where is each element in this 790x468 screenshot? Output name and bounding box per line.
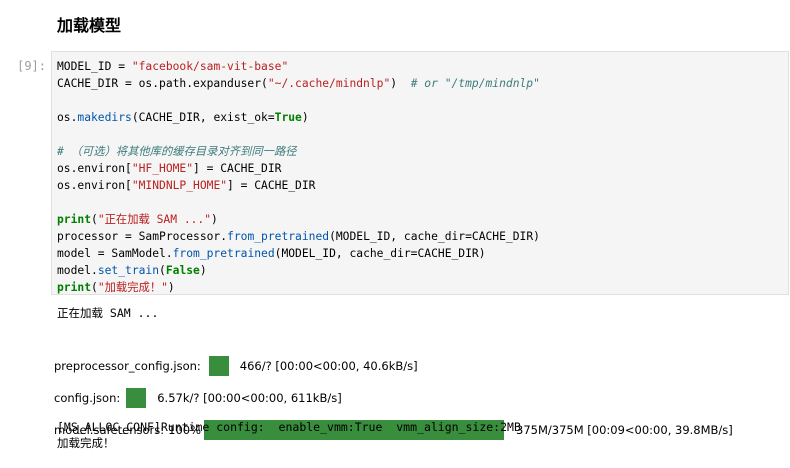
code-token: os.environ[ xyxy=(57,179,132,192)
code-token-str: "HF_HOME" xyxy=(131,162,194,175)
cell-prompt: [9]: xyxy=(17,59,46,73)
code-token: model = SamModel. xyxy=(57,247,173,260)
code-line: # （可选）将其他库的缓存目录对齐到同一路径 xyxy=(57,143,540,160)
code-token: os.environ[ xyxy=(57,162,132,175)
code-line: os.makedirs(CACHE_DIR, exist_ok=True) xyxy=(57,109,540,126)
code-line: MODEL_ID = "facebook/sam-vit-base" xyxy=(57,58,540,75)
code-token-str: "facebook/sam-vit-base" xyxy=(131,60,289,73)
code-token-fn: from_pretrained xyxy=(227,230,330,243)
progress-stats: 375M/375M [00:09<00:00, 39.8MB/s] xyxy=(516,423,733,437)
code-line: print("正在加载 SAM ...") xyxy=(57,211,540,228)
code-token: ) xyxy=(390,77,411,90)
code-token-fn: makedirs xyxy=(77,111,132,124)
section-heading: 加载模型 xyxy=(57,16,122,35)
code-line: model.set_train(False) xyxy=(57,262,540,279)
code-token: ( xyxy=(91,281,98,294)
code-token: model. xyxy=(57,264,98,277)
code-token-str: "加载完成！" xyxy=(97,281,168,294)
code-editor[interactable]: MODEL_ID = "facebook/sam-vit-base" CACHE_… xyxy=(57,58,540,296)
code-token: ) xyxy=(199,264,207,277)
code-token-fn: from_pretrained xyxy=(172,247,275,260)
code-token-kw: print xyxy=(57,213,92,226)
code-token: ] = CACHE_DIR xyxy=(193,162,282,175)
code-token-kw: True xyxy=(274,111,302,124)
code-cell[interactable]: MODEL_ID = "facebook/sam-vit-base" CACHE_… xyxy=(51,51,789,295)
code-token-cmt: # （可选）将其他库的缓存目录对齐到同一路径 xyxy=(57,145,297,158)
code-token: (MODEL_ID, cache_dir=CACHE_DIR) xyxy=(274,247,486,260)
output-config-line: [MS_ALLOC_CONF]Runtime config: enable_vm… xyxy=(57,420,521,434)
code-token: ) xyxy=(301,111,309,124)
code-token-cmt: # or "/tmp/mindnlp" xyxy=(410,77,540,90)
code-token: ( xyxy=(91,213,98,226)
code-line: os.environ["MINDNLP_HOME"] = CACHE_DIR xyxy=(57,177,540,194)
code-line: print("加载完成！") xyxy=(57,279,540,296)
code-token: (CACHE_DIR, exist_ok= xyxy=(131,111,275,124)
code-token: (MODEL_ID, cache_dir=CACHE_DIR) xyxy=(329,230,540,243)
code-token-str: "MINDNLP_HOME" xyxy=(131,179,228,192)
code-line: processor = SamProcessor.from_pretrained… xyxy=(57,228,540,245)
code-token-kw: False xyxy=(165,264,200,277)
code-token-fn: set_train xyxy=(97,264,160,277)
code-token: processor = SamProcessor. xyxy=(57,230,228,243)
code-token-kw: print xyxy=(57,281,92,294)
code-token: ) xyxy=(167,281,175,294)
code-line: model = SamModel.from_pretrained(MODEL_I… xyxy=(57,245,540,262)
code-line: CACHE_DIR = os.path.expanduser("~/.cache… xyxy=(57,75,540,92)
code-token: os. xyxy=(57,111,78,124)
output-loading-text: 正在加载 SAM ... xyxy=(57,306,159,320)
code-token-str: "正在加载 SAM ..." xyxy=(97,213,212,226)
code-token: CACHE_DIR = os.path.expanduser( xyxy=(57,77,268,90)
code-line: os.environ["HF_HOME"] = CACHE_DIR xyxy=(57,160,540,177)
code-token: MODEL_ID = xyxy=(57,60,132,73)
code-token: ( xyxy=(159,264,166,277)
code-token-str: "~/.cache/mindnlp" xyxy=(267,77,391,90)
code-token: ) xyxy=(211,213,218,226)
code-token: ] = CACHE_DIR xyxy=(227,179,316,192)
